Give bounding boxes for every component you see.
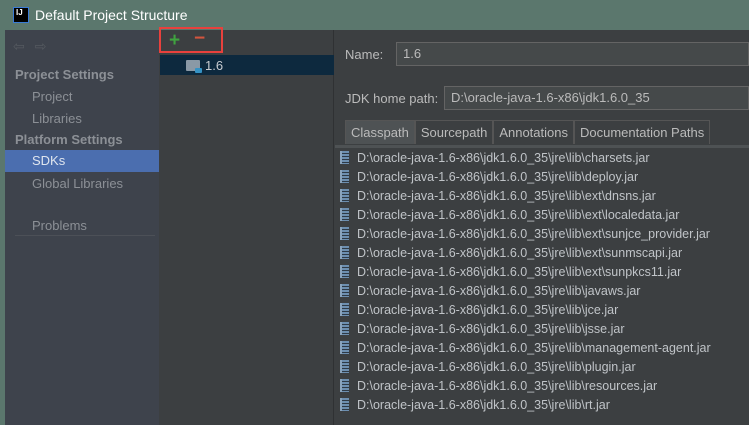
sidebar-item-sdks[interactable]: SDKs — [5, 150, 159, 172]
jar-icon — [340, 284, 349, 297]
classpath-item[interactable]: D:\oracle-java-1.6-x86\jdk1.6.0_35\jre\l… — [335, 357, 749, 376]
classpath-item[interactable]: D:\oracle-java-1.6-x86\jdk1.6.0_35\jre\l… — [335, 395, 749, 414]
classpath-path: D:\oracle-java-1.6-x86\jdk1.6.0_35\jre\l… — [357, 264, 682, 279]
classpath-item[interactable]: D:\oracle-java-1.6-x86\jdk1.6.0_35\jre\l… — [335, 281, 749, 300]
classpath-item[interactable]: D:\oracle-java-1.6-x86\jdk1.6.0_35\jre\l… — [335, 262, 749, 281]
classpath-path: D:\oracle-java-1.6-x86\jdk1.6.0_35\jre\l… — [357, 188, 656, 203]
name-input[interactable]: 1.6 — [396, 42, 749, 66]
sdk-details: Name: 1.6 JDK home path: D:\oracle-java-… — [335, 30, 749, 425]
jar-icon — [340, 170, 349, 183]
classpath-item[interactable]: D:\oracle-java-1.6-x86\jdk1.6.0_35\jre\l… — [335, 148, 749, 167]
classpath-path: D:\oracle-java-1.6-x86\jdk1.6.0_35\jre\l… — [357, 226, 710, 241]
sidebar-item-project[interactable]: Project — [5, 86, 159, 108]
classpath-path: D:\oracle-java-1.6-x86\jdk1.6.0_35\jre\l… — [357, 207, 680, 222]
add-sdk-button[interactable]: + — [169, 30, 180, 52]
classpath-path: D:\oracle-java-1.6-x86\jdk1.6.0_35\jre\l… — [357, 302, 619, 317]
sdk-label: 1.6 — [205, 57, 224, 73]
forward-arrow-icon[interactable]: ⇨ — [35, 38, 47, 55]
sidebar-item-libraries[interactable]: Libraries — [5, 108, 159, 130]
sdk-item[interactable]: 1.6 — [160, 55, 334, 75]
classpath-item[interactable]: D:\oracle-java-1.6-x86\jdk1.6.0_35\jre\l… — [335, 243, 749, 262]
sdk-list-panel: + − 1.6 — [159, 27, 334, 425]
name-label: Name: — [345, 47, 384, 62]
toolbar-highlight: + − — [159, 27, 223, 53]
intellij-icon: IJ — [13, 7, 29, 23]
classpath-path: D:\oracle-java-1.6-x86\jdk1.6.0_35\jre\l… — [357, 283, 641, 298]
classpath-path: D:\oracle-java-1.6-x86\jdk1.6.0_35\jre\l… — [357, 150, 650, 165]
classpath-path: D:\oracle-java-1.6-x86\jdk1.6.0_35\jre\l… — [357, 378, 658, 393]
jar-icon — [340, 227, 349, 240]
classpath-item[interactable]: D:\oracle-java-1.6-x86\jdk1.6.0_35\jre\l… — [335, 319, 749, 338]
back-arrow-icon[interactable]: ⇦ — [13, 38, 25, 55]
jdk-home-input[interactable]: D:\oracle-java-1.6-x86\jdk1.6.0_35 — [444, 86, 749, 110]
remove-sdk-button[interactable]: − — [194, 28, 205, 50]
jar-icon — [340, 341, 349, 354]
classpath-item[interactable]: D:\oracle-java-1.6-x86\jdk1.6.0_35\jre\l… — [335, 205, 749, 224]
classpath-item[interactable]: D:\oracle-java-1.6-x86\jdk1.6.0_35\jre\l… — [335, 224, 749, 243]
classpath-item[interactable]: D:\oracle-java-1.6-x86\jdk1.6.0_35\jre\l… — [335, 376, 749, 395]
nav-buttons: ⇦ ⇨ — [13, 38, 46, 55]
tab-classpath[interactable]: Classpath — [345, 120, 415, 144]
classpath-path: D:\oracle-java-1.6-x86\jdk1.6.0_35\jre\l… — [357, 359, 636, 374]
jdk-home-label: JDK home path: — [345, 91, 439, 106]
section-project-settings: Project Settings — [15, 67, 114, 82]
classpath-path: D:\oracle-java-1.6-x86\jdk1.6.0_35\jre\l… — [357, 321, 625, 336]
title-bar: IJ Default Project Structure — [0, 0, 749, 30]
classpath-path: D:\oracle-java-1.6-x86\jdk1.6.0_35\jre\l… — [357, 397, 610, 412]
project-structure-window: ⇦ ⇨ Project Settings Project Libraries P… — [5, 27, 749, 425]
jar-icon — [340, 208, 349, 221]
classpath-item[interactable]: D:\oracle-java-1.6-x86\jdk1.6.0_35\jre\l… — [335, 167, 749, 186]
jar-icon — [340, 151, 349, 164]
classpath-path: D:\oracle-java-1.6-x86\jdk1.6.0_35\jre\l… — [357, 245, 683, 260]
jar-icon — [340, 360, 349, 373]
jar-icon — [340, 189, 349, 202]
jar-icon — [340, 265, 349, 278]
classpath-list: D:\oracle-java-1.6-x86\jdk1.6.0_35\jre\l… — [335, 145, 749, 425]
jar-icon — [340, 303, 349, 316]
classpath-path: D:\oracle-java-1.6-x86\jdk1.6.0_35\jre\l… — [357, 340, 711, 355]
classpath-item[interactable]: D:\oracle-java-1.6-x86\jdk1.6.0_35\jre\l… — [335, 186, 749, 205]
sidebar: ⇦ ⇨ Project Settings Project Libraries P… — [5, 30, 159, 425]
jar-icon — [340, 398, 349, 411]
jar-icon — [340, 322, 349, 335]
sidebar-item-problems[interactable]: Problems — [5, 215, 159, 237]
jdk-folder-icon — [186, 59, 202, 73]
classpath-item[interactable]: D:\oracle-java-1.6-x86\jdk1.6.0_35\jre\l… — [335, 338, 749, 357]
jar-icon — [340, 246, 349, 259]
section-platform-settings: Platform Settings — [15, 132, 123, 147]
jar-icon — [340, 379, 349, 392]
tab-sourcepath[interactable]: Sourcepath — [414, 120, 494, 144]
tab-documentation-paths[interactable]: Documentation Paths — [573, 120, 711, 144]
classpath-item[interactable]: D:\oracle-java-1.6-x86\jdk1.6.0_35\jre\l… — [335, 300, 749, 319]
sidebar-item-global-libraries[interactable]: Global Libraries — [5, 173, 159, 195]
tab-bar: Classpath Sourcepath Annotations Documen… — [345, 120, 711, 144]
tab-annotations[interactable]: Annotations — [493, 120, 574, 144]
window-title: Default Project Structure — [35, 7, 188, 23]
classpath-path: D:\oracle-java-1.6-x86\jdk1.6.0_35\jre\l… — [357, 169, 639, 184]
